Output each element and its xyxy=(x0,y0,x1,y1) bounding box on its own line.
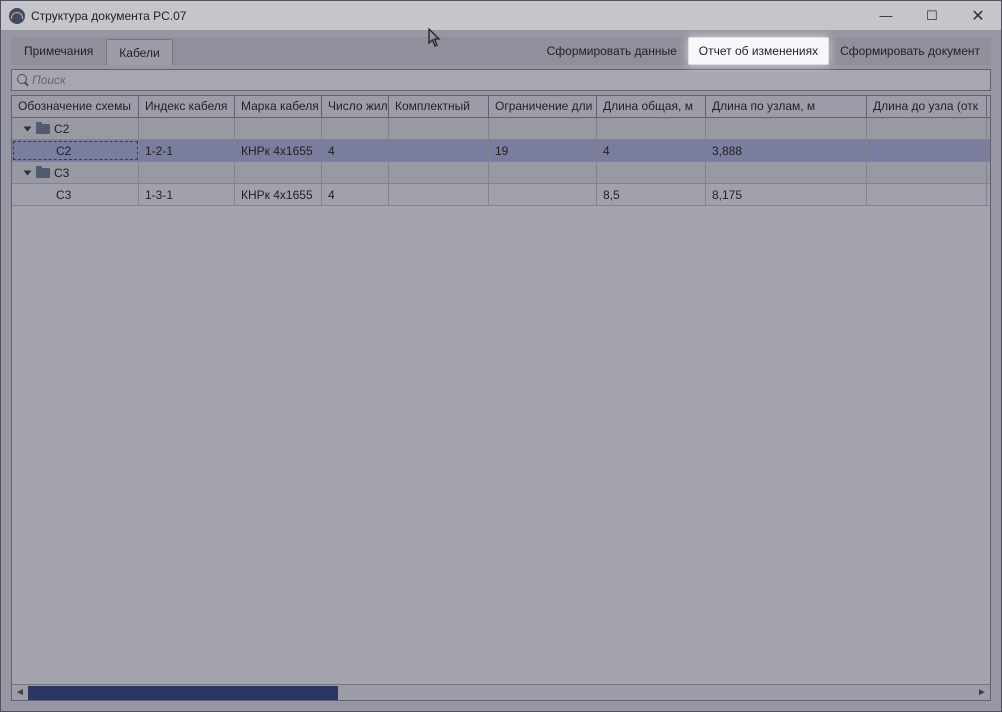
grid-body: C2 C2 1-2-1 КНРк 4x1655 4 xyxy=(12,118,990,684)
scroll-right-button[interactable]: ► xyxy=(974,685,990,701)
change-report-button[interactable]: Отчет об изменениях xyxy=(688,37,829,65)
group-cell[interactable]: C3 xyxy=(12,162,139,183)
table-row[interactable]: C3 1-3-1 КНРк 4x1655 4 8,5 8,175 xyxy=(12,184,990,206)
search-icon xyxy=(16,73,30,87)
cell-complete[interactable] xyxy=(389,140,489,161)
search-input[interactable] xyxy=(32,73,986,87)
col-cable-brand[interactable]: Марка кабеля xyxy=(235,96,322,117)
window-controls: — ☐ ✕ xyxy=(863,1,1001,30)
window-title: Структура документа PC.07 xyxy=(31,9,863,23)
col-scheme[interactable]: Обозначение схемы xyxy=(12,96,139,117)
scroll-thumb[interactable] xyxy=(28,686,338,700)
cell-tonode[interactable] xyxy=(867,140,987,161)
cell-index[interactable]: 1-3-1 xyxy=(139,184,235,205)
group-cell[interactable]: C2 xyxy=(12,118,139,139)
generate-document-button[interactable]: Сформировать документ xyxy=(829,37,991,65)
col-to-node-length[interactable]: Длина до узла (отк xyxy=(867,96,987,117)
table-row[interactable]: C2 1-2-1 КНРк 4x1655 4 19 4 3,888 xyxy=(12,140,990,162)
minimize-button[interactable]: — xyxy=(863,1,909,30)
cell-cores[interactable]: 4 xyxy=(322,140,389,161)
folder-icon xyxy=(36,124,50,134)
cell-total[interactable]: 8,5 xyxy=(597,184,706,205)
cell-brand[interactable]: КНРк 4x1655 xyxy=(235,184,322,205)
horizontal-scrollbar[interactable]: ◄ ► xyxy=(12,684,990,700)
cell-scheme[interactable]: C2 xyxy=(12,140,139,161)
cell-total[interactable]: 4 xyxy=(597,140,706,161)
maximize-button[interactable]: ☐ xyxy=(909,1,955,30)
content-area: Примечания Кабели Сформировать данные От… xyxy=(1,31,1001,711)
grid-header: Обозначение схемы Индекс кабеля Марка ка… xyxy=(12,96,990,118)
main-window: Структура документа PC.07 — ☐ ✕ Примечан… xyxy=(0,0,1002,712)
cell-brand[interactable]: КНРк 4x1655 xyxy=(235,140,322,161)
cell-nodes[interactable]: 8,175 xyxy=(706,184,867,205)
generate-data-button[interactable]: Сформировать данные xyxy=(536,37,688,65)
cell-limit[interactable]: 19 xyxy=(489,140,597,161)
data-grid: Обозначение схемы Индекс кабеля Марка ка… xyxy=(11,95,991,701)
scroll-track[interactable] xyxy=(28,686,974,700)
col-total-length[interactable]: Длина общая, м xyxy=(597,96,706,117)
cell-complete[interactable] xyxy=(389,184,489,205)
tab-cables[interactable]: Кабели xyxy=(106,39,172,65)
cell-index[interactable]: 1-2-1 xyxy=(139,140,235,161)
cell-limit[interactable] xyxy=(489,184,597,205)
close-button[interactable]: ✕ xyxy=(955,1,1001,30)
col-cable-index[interactable]: Индекс кабеля xyxy=(139,96,235,117)
chevron-down-icon[interactable] xyxy=(22,124,32,134)
cell-cores[interactable]: 4 xyxy=(322,184,389,205)
group-label: C2 xyxy=(54,122,69,136)
group-label: C3 xyxy=(54,166,69,180)
folder-icon xyxy=(36,168,50,178)
titlebar[interactable]: Структура документа PC.07 — ☐ ✕ xyxy=(1,1,1001,31)
cell-scheme[interactable]: C3 xyxy=(12,184,139,205)
cell-tonode[interactable] xyxy=(867,184,987,205)
tab-strip: Примечания Кабели xyxy=(11,37,173,65)
col-node-length[interactable]: Длина по узлам, м xyxy=(706,96,867,117)
col-length-limit[interactable]: Ограничение дли xyxy=(489,96,597,117)
col-cores[interactable]: Число жил xyxy=(322,96,389,117)
tab-notes[interactable]: Примечания xyxy=(11,37,106,65)
toolbar: Примечания Кабели Сформировать данные От… xyxy=(11,37,991,65)
chevron-down-icon[interactable] xyxy=(22,168,32,178)
scroll-left-button[interactable]: ◄ xyxy=(12,685,28,701)
group-row[interactable]: C2 xyxy=(12,118,990,140)
col-complete[interactable]: Комплектный xyxy=(389,96,489,117)
search-bar[interactable] xyxy=(11,69,991,91)
group-row[interactable]: C3 xyxy=(12,162,990,184)
app-icon xyxy=(9,8,25,24)
cell-nodes[interactable]: 3,888 xyxy=(706,140,867,161)
